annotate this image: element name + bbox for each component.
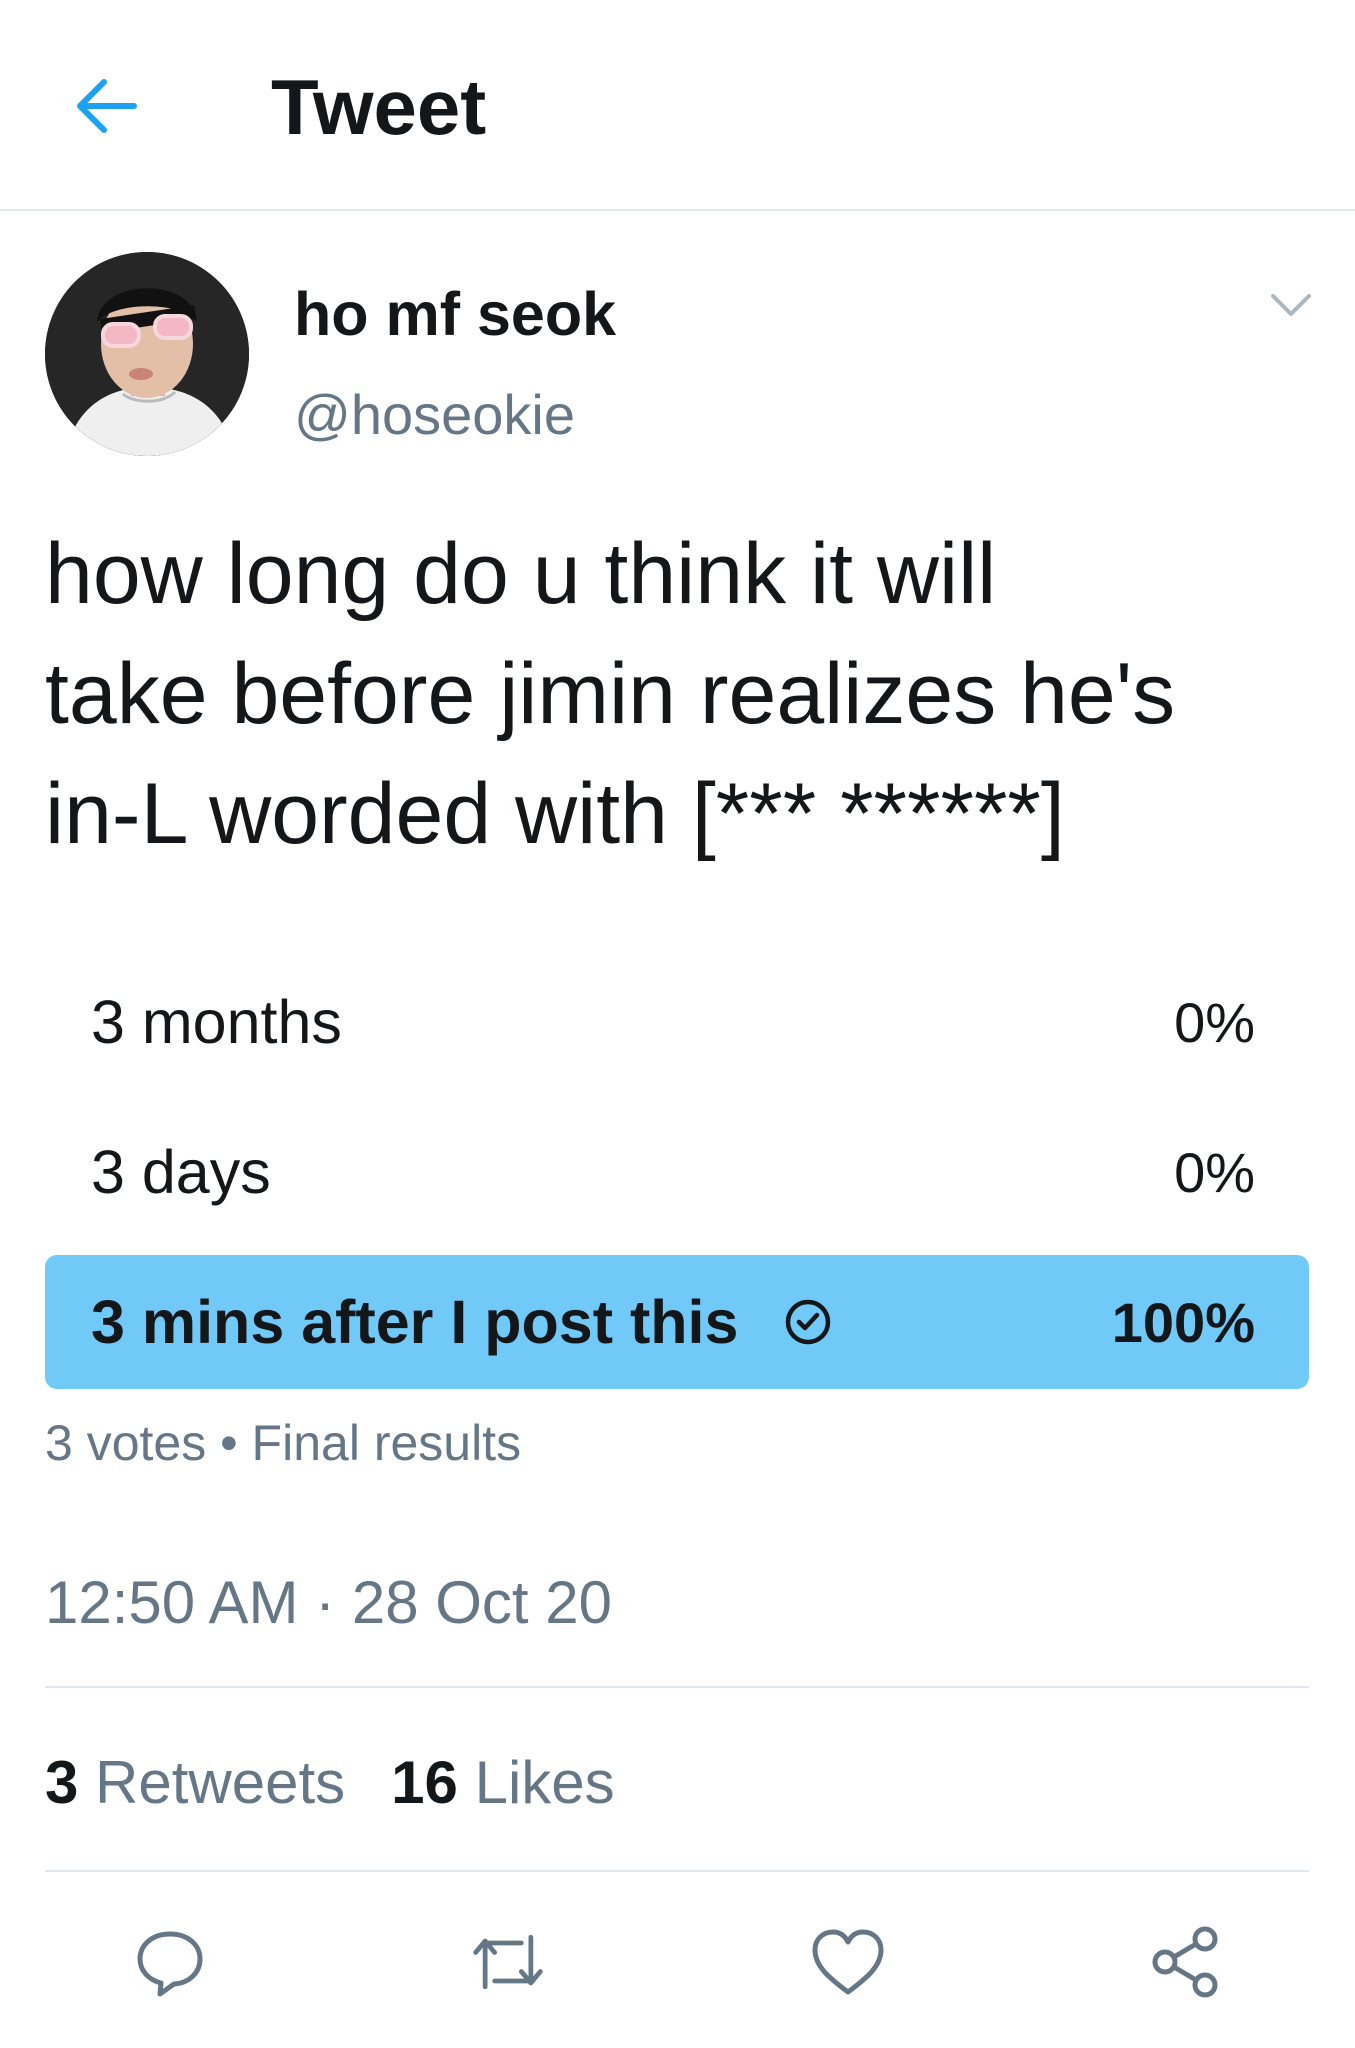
retweet-button[interactable] — [468, 1922, 548, 2002]
poll-option-percent: 0% — [1174, 1140, 1255, 1204]
chevron-down-icon — [1271, 294, 1311, 316]
poll-option-label: 3 mins after I post this — [91, 1288, 739, 1356]
like-icon — [812, 1929, 884, 1995]
likes-count: 16 — [391, 1749, 458, 1816]
poll-option: 3 days 0% — [45, 1105, 1309, 1239]
back-button[interactable] — [66, 66, 146, 146]
divider — [45, 1686, 1309, 1688]
top-bar: Tweet — [0, 0, 1355, 211]
likes-stat[interactable]: 16 Likes — [391, 1748, 615, 1818]
poll-status: Final results — [251, 1415, 522, 1471]
reply-icon — [137, 1931, 203, 1997]
poll-meta: 3 votes • Final results — [45, 1413, 521, 1473]
poll-option-percent: 0% — [1174, 990, 1255, 1054]
author-display-name[interactable]: ho mf seok — [294, 278, 616, 350]
like-button[interactable] — [808, 1922, 888, 2002]
poll-option: 3 months 0% — [45, 955, 1309, 1089]
arrow-left-icon — [77, 79, 137, 133]
poll-separator: • — [220, 1415, 238, 1471]
retweets-count: 3 — [45, 1749, 79, 1816]
divider — [45, 1870, 1309, 1872]
retweets-stat[interactable]: 3 Retweets — [45, 1748, 345, 1818]
action-bar — [0, 1912, 1355, 2002]
retweets-label: Retweets — [95, 1749, 346, 1816]
engagement-stats: 3 Retweets 16 Likes — [45, 1748, 615, 1818]
avatar[interactable] — [45, 252, 249, 456]
poll-option-label: 3 months — [91, 988, 342, 1056]
likes-label: Likes — [474, 1749, 615, 1816]
reply-button[interactable] — [130, 1922, 210, 2002]
poll-option-percent: 100% — [1111, 1290, 1255, 1354]
retweet-icon — [473, 1934, 543, 1990]
poll-option-label: 3 days — [91, 1138, 271, 1206]
check-circle-icon — [784, 1298, 832, 1346]
share-icon — [1152, 1926, 1218, 1998]
page-title: Tweet — [271, 63, 487, 151]
poll: 3 months 0% 3 days 0% 3 mins after I pos… — [45, 955, 1309, 1405]
tweet-timestamp: 12:50 AM · 28 Oct 20 — [45, 1569, 612, 1636]
author-handle[interactable]: @hoseokie — [294, 382, 575, 448]
poll-votes: 3 votes — [45, 1415, 207, 1471]
poll-option-winner: 3 mins after I post this 100% — [45, 1255, 1309, 1389]
more-options-button[interactable] — [1266, 285, 1316, 325]
tweet-text: how long do u think it will take before … — [45, 526, 1176, 862]
share-button[interactable] — [1146, 1922, 1226, 2002]
